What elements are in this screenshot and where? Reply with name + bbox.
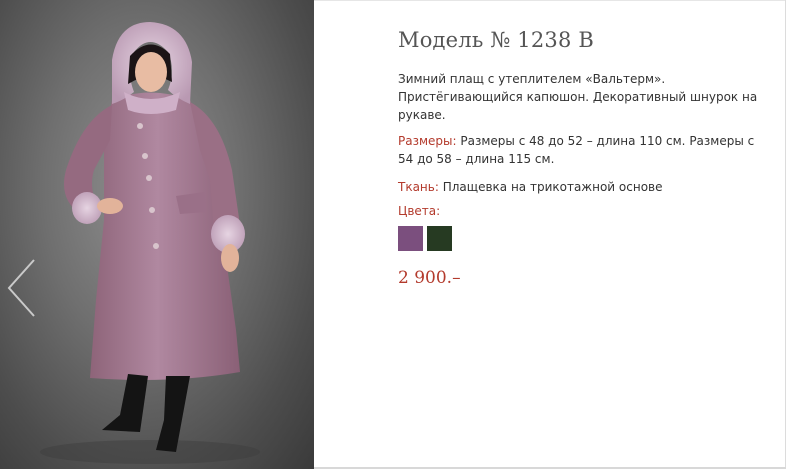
lilac-swatch[interactable] — [398, 226, 423, 251]
color-swatches — [398, 226, 452, 251]
dark-green-swatch[interactable] — [427, 226, 452, 251]
model-in-coat-image — [40, 22, 260, 464]
top-divider — [314, 0, 786, 1]
product-photo[interactable] — [0, 0, 314, 469]
slider-prev-button[interactable] — [6, 258, 36, 318]
product-title: Модель № 1238 В — [398, 28, 595, 52]
sizes-label: Размеры: — [398, 134, 457, 148]
product-price: 2 900.– — [398, 268, 461, 288]
fabric-text: Плащевка на трикотажной основе — [442, 180, 663, 194]
fabric-label: Ткань: — [398, 180, 439, 194]
product-sizes: Размеры: Размеры с 48 до 52 – длина 110 … — [398, 132, 766, 168]
product-fabric: Ткань: Плащевка на трикотажной основе — [398, 178, 766, 196]
product-description: Зимний плащ с утеплителем «Вальтерм». Пр… — [398, 72, 758, 122]
colors-label: Цвета: — [398, 204, 441, 218]
chevron-left-icon — [7, 259, 35, 317]
